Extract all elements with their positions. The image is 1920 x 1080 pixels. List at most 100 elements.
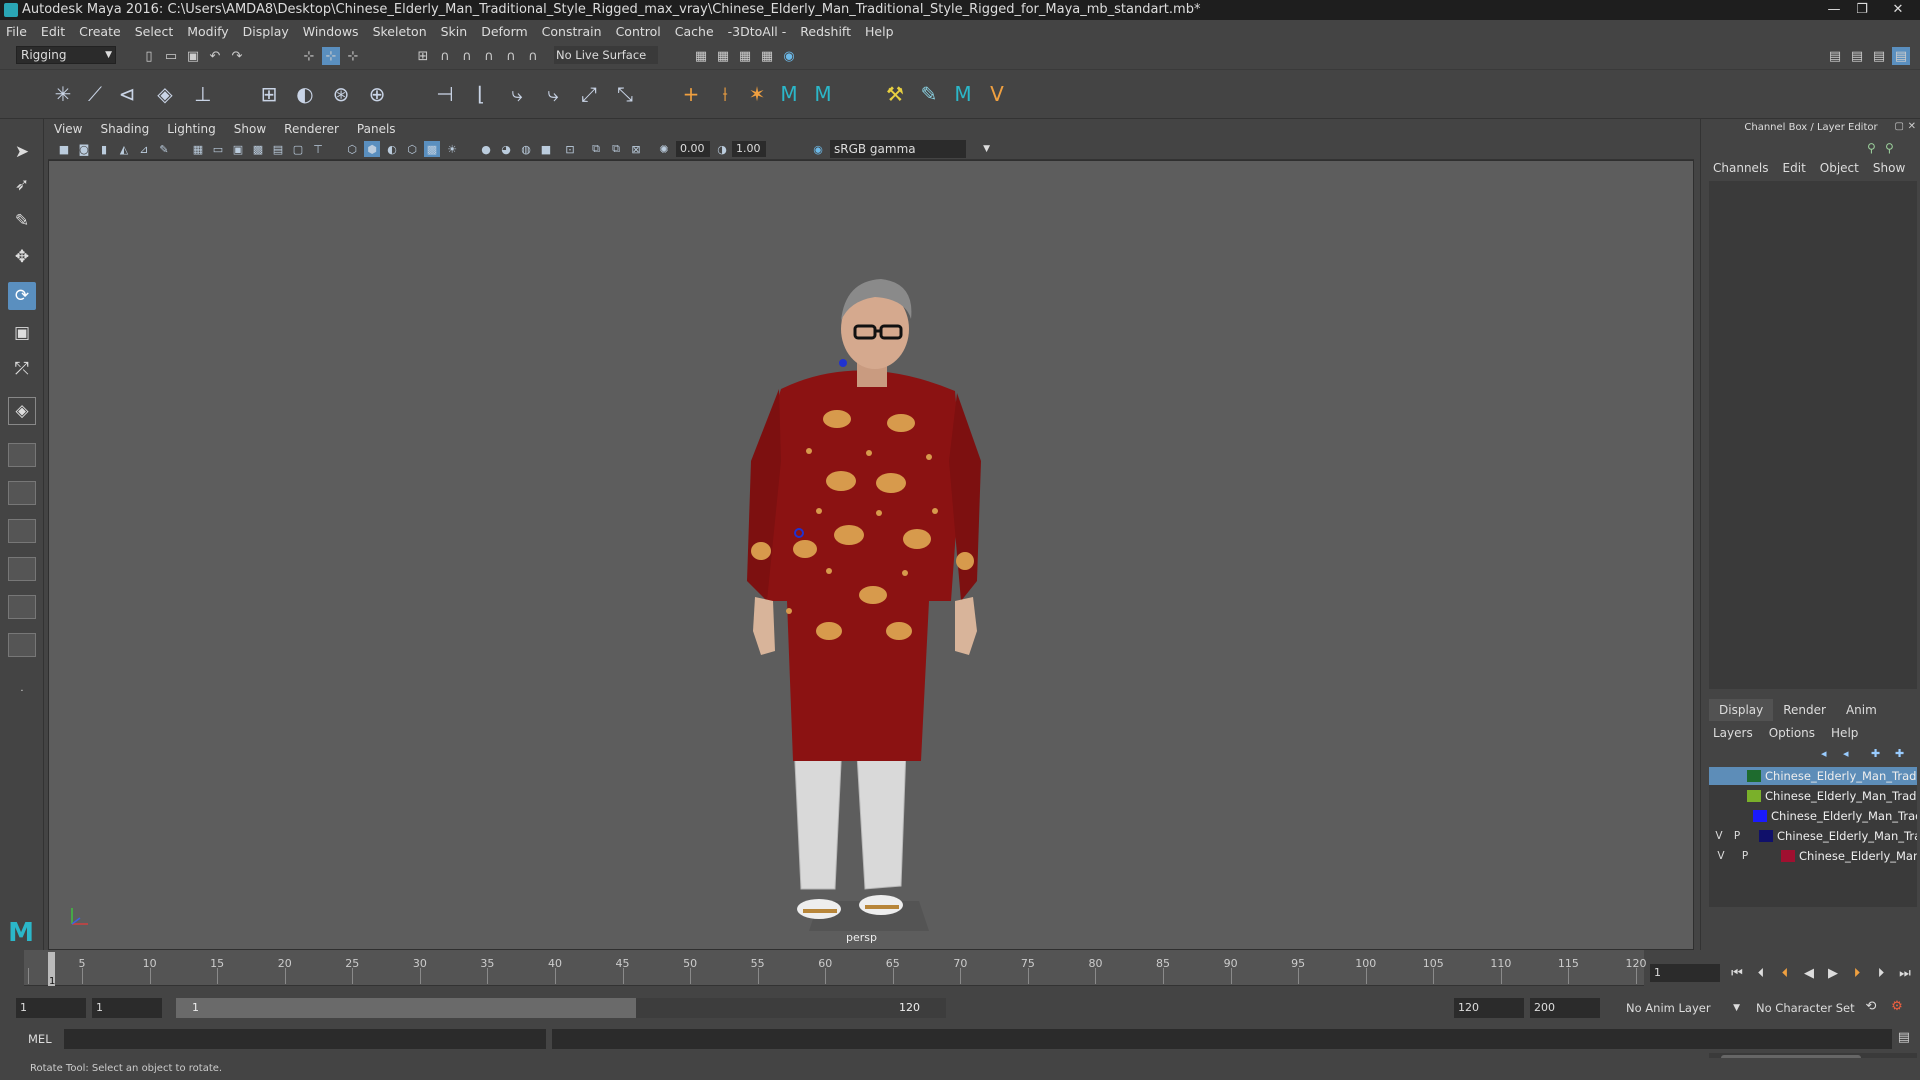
exposure-icon[interactable]: ✺ <box>656 141 672 157</box>
scale-tool-icon[interactable]: ▣ <box>8 319 36 347</box>
go-to-start-icon[interactable]: ⏮ <box>1726 963 1748 983</box>
layer-playback[interactable]: P <box>1739 849 1751 863</box>
play-forwards-icon[interactable]: ▶ <box>1822 963 1844 983</box>
lasso-tool-icon[interactable]: ➶ <box>8 171 36 199</box>
step-forward-key-icon[interactable]: ⏵ <box>1846 963 1868 983</box>
custom-shelf-joint-icon[interactable]: ⟊ <box>710 79 740 109</box>
cb-menu-channels[interactable]: Channels <box>1713 161 1769 175</box>
snap-point-icon[interactable]: ∩ <box>458 47 476 65</box>
grease-pencil-icon[interactable]: ✎ <box>156 141 172 157</box>
layer-visibility[interactable]: V <box>1715 849 1727 863</box>
menu-display[interactable]: Display <box>243 24 289 39</box>
menu-constrain[interactable]: Constrain <box>542 24 602 39</box>
close-panel-icon[interactable]: ✕ <box>1908 121 1916 132</box>
gate-mask-icon[interactable]: ▩ <box>250 141 266 157</box>
attribute-editor-icon[interactable]: ▤ <box>1848 47 1866 65</box>
two-d-pan-icon[interactable]: ⊿ <box>136 141 152 157</box>
move-layer-up-icon[interactable]: ◂ <box>1821 747 1827 760</box>
cb-menu-show[interactable]: Show <box>1873 161 1905 175</box>
ipr-render-icon[interactable]: ▦ <box>736 47 754 65</box>
menu-cache[interactable]: Cache <box>675 24 714 39</box>
animation-preferences-icon[interactable]: ⚙ <box>1886 996 1908 1016</box>
exposure-field[interactable]: 0.00 <box>676 141 710 157</box>
vp-menu-view[interactable]: View <box>54 122 82 136</box>
motion-blur-icon[interactable]: ◍ <box>518 141 534 157</box>
custom-shelf-tool2-icon[interactable]: ✎ <box>914 79 944 109</box>
menu-redshift[interactable]: Redshift <box>800 24 851 39</box>
command-input[interactable] <box>64 1029 546 1049</box>
aim-constraint-icon[interactable]: ⌊ <box>466 79 496 109</box>
snap-view-icon[interactable]: ∩ <box>480 47 498 65</box>
layer-row[interactable]: Chinese_Elderly_Man_Traditional_Style_Ri… <box>1709 787 1917 805</box>
pole-vector-icon[interactable]: ⤡ <box>610 79 640 109</box>
image-plane-icon[interactable]: ◭ <box>116 141 132 157</box>
gamma-icon[interactable]: ◑ <box>714 141 730 157</box>
layer-row[interactable]: V P Chinese_Elderly_Man_Traditional_Styl… <box>1709 827 1917 845</box>
camera-attributes-icon[interactable]: ◙ <box>76 141 92 157</box>
select-camera-icon[interactable]: ■ <box>56 141 72 157</box>
anti-aliasing-icon[interactable]: ■ <box>538 141 554 157</box>
layer-editor-icon[interactable]: ⚲ <box>1885 141 1894 155</box>
menu-select[interactable]: Select <box>135 24 174 39</box>
paint-weights-icon[interactable]: ◐ <box>290 79 320 109</box>
custom-shelf-tool1-icon[interactable]: ⚒ <box>880 79 910 109</box>
ik-spline-icon[interactable]: ⊲ <box>112 79 142 109</box>
cluster-icon[interactable]: ⊕ <box>362 79 392 109</box>
new-empty-layer-icon[interactable]: ✚ <box>1871 747 1880 760</box>
save-scene-icon[interactable]: ▣ <box>184 47 202 65</box>
hypershade-persp-layout-icon[interactable] <box>8 557 36 581</box>
bookmark-icon[interactable]: ▮ <box>96 141 112 157</box>
menu-help[interactable]: Help <box>865 24 894 39</box>
mirror-joint-icon[interactable]: ◈ <box>150 79 180 109</box>
outliner-layout-icon[interactable] <box>8 633 36 657</box>
undo-icon[interactable]: ↶ <box>206 47 224 65</box>
tab-render[interactable]: Render <box>1773 699 1836 721</box>
layer-color[interactable] <box>1753 810 1767 822</box>
animation-start-field[interactable]: 1 <box>16 998 86 1018</box>
redo-icon[interactable]: ↷ <box>228 47 246 65</box>
layer-row[interactable]: V P Chinese_Elderly_Man_Traditional_Styl… <box>1709 847 1917 865</box>
four-view-layout-icon[interactable] <box>8 443 36 467</box>
ik-handle-icon[interactable]: ⟋ <box>80 79 110 109</box>
view-transform-select[interactable]: sRGB gamma ▼ <box>830 140 990 158</box>
character-model[interactable] <box>49 161 1694 950</box>
step-back-key-icon[interactable]: ⏴ <box>1774 963 1796 983</box>
tab-anim[interactable]: Anim <box>1836 699 1887 721</box>
textured-icon[interactable]: ▩ <box>424 141 440 157</box>
render-frame-icon[interactable]: ▦ <box>692 47 710 65</box>
menu-windows[interactable]: Windows <box>303 24 359 39</box>
layer-color[interactable] <box>1781 850 1795 862</box>
scale-constraint-icon[interactable]: ⤷ <box>538 79 568 109</box>
parent-constraint-icon[interactable]: ⤢ <box>574 79 604 109</box>
animation-end-field[interactable]: 200 <box>1530 998 1600 1018</box>
color-management-icon[interactable]: ◉ <box>810 141 826 157</box>
cb-menu-object[interactable]: Object <box>1820 161 1859 175</box>
menu-file[interactable]: File <box>6 24 27 39</box>
layer-visibility[interactable] <box>1711 809 1723 823</box>
script-editor-icon[interactable]: ▤ <box>1898 1030 1910 1045</box>
maximize-button[interactable]: ❐ <box>1848 0 1876 20</box>
wireframe-icon[interactable]: ⬡ <box>344 141 360 157</box>
gamma-field[interactable]: 1.00 <box>732 141 766 157</box>
select-hierarchy-icon[interactable]: ⊹ <box>300 47 318 65</box>
channel-box-area[interactable] <box>1709 181 1917 689</box>
xray-joints-icon[interactable]: ⧉ <box>608 141 624 157</box>
layer-playback[interactable] <box>1725 789 1737 803</box>
vp-menu-show[interactable]: Show <box>234 122 266 136</box>
render-view-icon[interactable]: ▦ <box>714 47 732 65</box>
menu-modify[interactable]: Modify <box>187 24 228 39</box>
shadows-icon[interactable]: ● <box>478 141 494 157</box>
current-frame-field[interactable]: 1 <box>1650 964 1720 982</box>
menu-skin[interactable]: Skin <box>441 24 468 39</box>
layer-visibility[interactable] <box>1711 769 1723 783</box>
universal-manip-icon[interactable]: ⤱ <box>8 355 36 383</box>
new-layer-selected-icon[interactable]: ✚ <box>1895 747 1904 760</box>
use-all-lights-icon[interactable]: ☀ <box>444 141 460 157</box>
grid-toggle-icon[interactable]: ▦ <box>190 141 206 157</box>
channel-box-icon[interactable]: ⚲ <box>1867 141 1876 155</box>
screen-space-ao-icon[interactable]: ◕ <box>498 141 514 157</box>
hypershade-icon[interactable]: ◉ <box>780 47 798 65</box>
snap-surface-icon[interactable]: ∩ <box>502 47 520 65</box>
close-button[interactable]: ✕ <box>1876 0 1920 20</box>
auto-key-icon[interactable]: ⟲ <box>1860 996 1882 1016</box>
